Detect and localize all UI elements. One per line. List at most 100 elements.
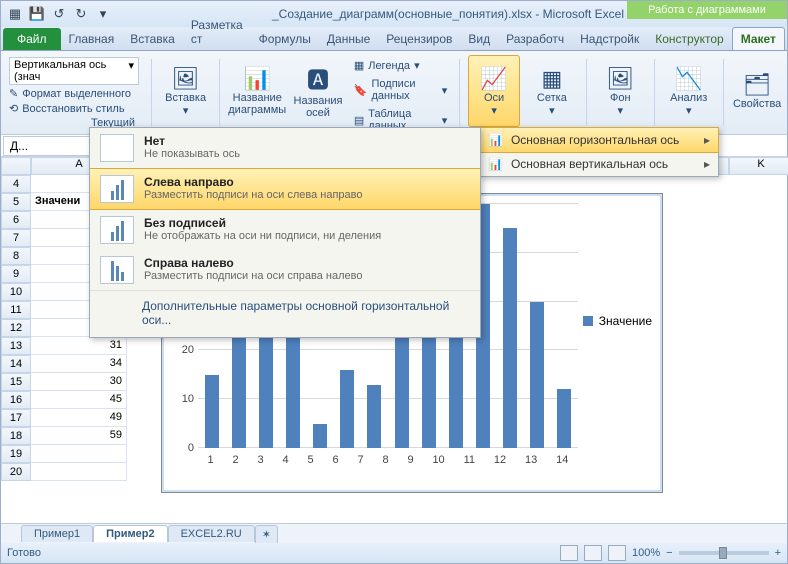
chart-legend[interactable]: Значение [583, 314, 652, 328]
view-normal-button[interactable] [560, 545, 578, 561]
cell[interactable]: 59 [31, 427, 127, 445]
chart-bar[interactable] [530, 302, 544, 448]
background-icon: 🖼 [606, 66, 634, 92]
ribbon: Вертикальная ось (знач▾ ✎Формат выделенн… [1, 51, 787, 135]
column-header[interactable]: K [729, 157, 788, 175]
row-header[interactable]: 11 [1, 301, 31, 319]
status-bar: Готово 100% − + [1, 543, 787, 563]
menu-primary-vertical-axis[interactable]: 📊 Основная вертикальная ось ▸ [480, 152, 718, 176]
row-header[interactable]: 17 [1, 409, 31, 427]
cell[interactable]: 49 [31, 409, 127, 427]
view-layout-button[interactable] [584, 545, 602, 561]
file-tab[interactable]: Файл [3, 28, 61, 50]
analysis-button[interactable]: 📉Анализ▾ [663, 55, 715, 127]
row-header[interactable]: 15 [1, 373, 31, 391]
row-header[interactable]: 9 [1, 265, 31, 283]
group-current: Вертикальная ось (знач▾ ✎Формат выделенн… [5, 55, 143, 130]
undo-icon[interactable]: ↺ [49, 4, 69, 24]
submenu-arrow-icon: ▸ [704, 133, 710, 147]
zoom-level[interactable]: 100% [632, 547, 660, 559]
axis-option-right-to-left[interactable]: Справа налевоРазместить подписи на оси с… [90, 250, 480, 290]
chart-title-button[interactable]: 📊Название диаграммы [228, 55, 286, 127]
thumb-ltr-icon [100, 175, 134, 203]
legend-button[interactable]: ▦Легенда ▾ [354, 57, 448, 74]
sheet-tab-3[interactable]: EXCEL2.RU [168, 525, 255, 542]
ribbon-tabs: Файл Главная Вставка Разметка ст Формулы… [1, 27, 787, 51]
properties-button[interactable]: 🗂Свойства [731, 55, 783, 127]
tab-design[interactable]: Конструктор [647, 28, 731, 50]
background-button[interactable]: 🖼Фон▾ [595, 55, 647, 127]
chart-bar[interactable] [232, 321, 246, 448]
legend-icon: ▦ [354, 59, 364, 72]
zoom-slider[interactable] [679, 551, 769, 555]
analysis-icon: 📉 [675, 66, 702, 92]
tab-layout[interactable]: Макет [732, 27, 785, 50]
save-icon[interactable]: 💾 [27, 4, 47, 24]
sheet-tab-2[interactable]: Пример2 [93, 525, 167, 542]
row-header[interactable]: 6 [1, 211, 31, 229]
view-break-button[interactable] [608, 545, 626, 561]
tab-insert[interactable]: Вставка [122, 28, 183, 50]
reset-icon: ⟲ [9, 102, 18, 115]
tab-formulas[interactable]: Формулы [251, 28, 319, 50]
gridlines-button[interactable]: ▦Сетка▾ [526, 55, 578, 127]
row-header[interactable]: 13 [1, 337, 31, 355]
row-header[interactable]: 8 [1, 247, 31, 265]
redo-icon[interactable]: ↻ [71, 4, 91, 24]
cell[interactable]: 31 [31, 337, 127, 355]
row-header[interactable]: 4 [1, 175, 31, 193]
tab-addins[interactable]: Надстройк [572, 28, 647, 50]
chart-bar[interactable] [313, 424, 327, 448]
table-icon: ▤ [354, 114, 364, 127]
chart-bar[interactable] [503, 228, 517, 448]
tab-data[interactable]: Данные [319, 28, 378, 50]
group-labels: ▦Легенда ▾ 🔖Подписи данных ▾ ▤Таблица да… [350, 55, 452, 130]
x-tick-label: 1 [207, 454, 213, 466]
row-header[interactable]: 14 [1, 355, 31, 373]
tab-developer[interactable]: Разработч [498, 28, 572, 50]
cell[interactable] [31, 463, 127, 481]
chart-element-selector[interactable]: Вертикальная ось (знач▾ [9, 57, 139, 85]
axis-titles-button[interactable]: 🅰Названия осей [292, 55, 344, 127]
format-selection-button[interactable]: ✎Формат выделенного [9, 87, 139, 100]
name-box[interactable]: Д... [3, 136, 91, 156]
x-tick-label: 12 [494, 454, 506, 466]
zoom-out-button[interactable]: − [666, 547, 672, 559]
qat-more-icon[interactable]: ▾ [93, 4, 113, 24]
row-header[interactable]: 7 [1, 229, 31, 247]
insert-button[interactable]: 🖼Вставка▾ [160, 55, 212, 127]
new-sheet-button[interactable]: ✶ [255, 525, 278, 543]
x-tick-label: 14 [556, 454, 568, 466]
data-labels-button[interactable]: 🔖Подписи данных ▾ [354, 76, 448, 104]
tab-view[interactable]: Вид [460, 28, 498, 50]
reset-style-button[interactable]: ⟲Восстановить стиль [9, 102, 139, 115]
chart-bar[interactable] [557, 389, 571, 448]
row-header[interactable]: 19 [1, 445, 31, 463]
axes-button[interactable]: 📈Оси▾ [468, 55, 520, 127]
row-header[interactable]: 10 [1, 283, 31, 301]
menu-primary-horizontal-axis[interactable]: 📊 Основная горизонтальная ось ▸ [479, 127, 719, 153]
cell[interactable]: 30 [31, 373, 127, 391]
cell[interactable] [31, 445, 127, 463]
row-header[interactable]: 20 [1, 463, 31, 481]
row-header[interactable]: 5 [1, 193, 31, 211]
tab-pagelayout[interactable]: Разметка ст [183, 14, 251, 50]
axis-more-options[interactable]: Дополнительные параметры основной горизо… [90, 290, 480, 337]
axis-option-none[interactable]: НетНе показывать ось [90, 128, 480, 168]
chart-bar[interactable] [367, 385, 381, 448]
axis-option-left-to-right[interactable]: Слева направоРазместить подписи на оси с… [90, 168, 480, 210]
x-tick-label: 9 [407, 454, 413, 466]
zoom-in-button[interactable]: + [775, 547, 781, 559]
cell[interactable]: 34 [31, 355, 127, 373]
row-header[interactable]: 18 [1, 427, 31, 445]
row-header[interactable]: 16 [1, 391, 31, 409]
tab-review[interactable]: Рецензиров [378, 28, 460, 50]
chart-bar[interactable] [205, 375, 219, 448]
sheet-tab-1[interactable]: Пример1 [21, 525, 93, 542]
axis-option-no-labels[interactable]: Без подписейНе отображать на оси ни подп… [90, 210, 480, 250]
chart-bar[interactable] [340, 370, 354, 448]
cell[interactable]: 45 [31, 391, 127, 409]
tab-home[interactable]: Главная [61, 28, 123, 50]
row-header[interactable]: 12 [1, 319, 31, 337]
excel-icon: ▦ [5, 4, 25, 24]
